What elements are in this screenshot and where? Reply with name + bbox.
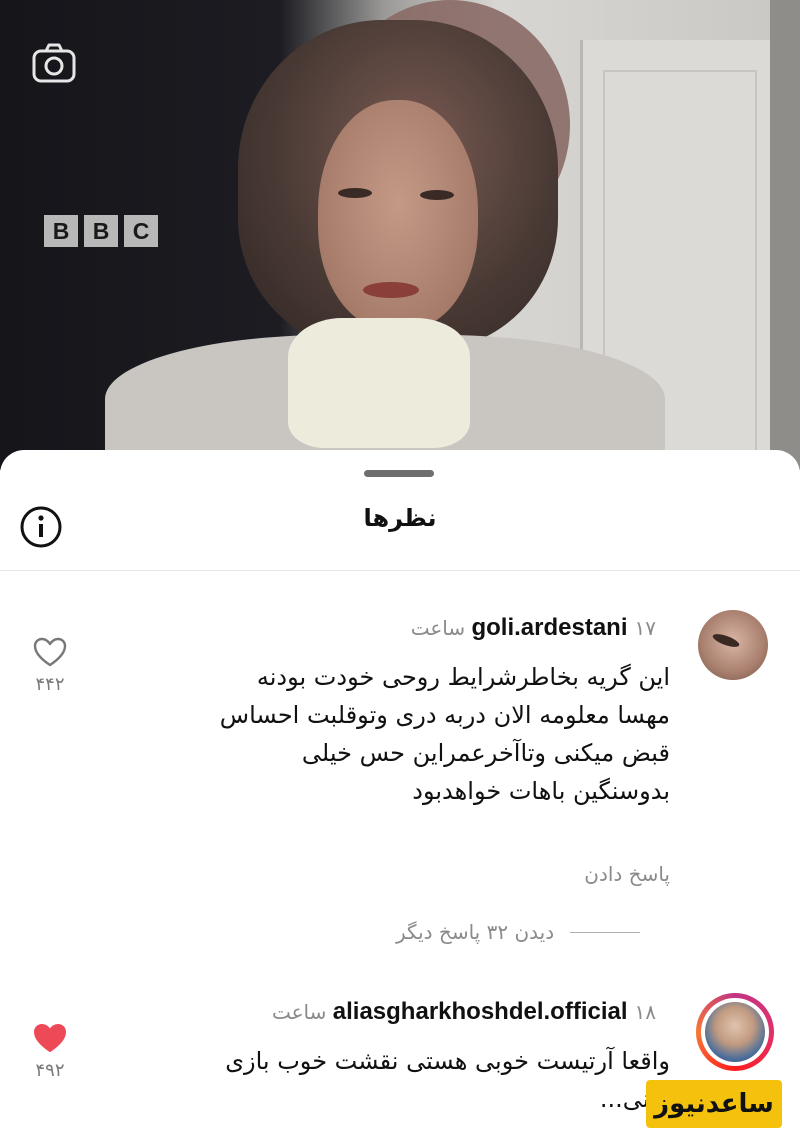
sheet-drag-handle[interactable] <box>364 470 434 477</box>
sheet-title: نظرها <box>363 504 437 532</box>
person-eye-right <box>420 190 454 200</box>
comment-line: مهسا معلومه الان دربه دری وتوقلبت احساس <box>219 701 670 729</box>
comment-line: بکنی... <box>599 1085 670 1113</box>
background-frame <box>770 0 800 470</box>
comment-username[interactable]: goli.ardestani <box>471 614 627 641</box>
heart-filled-icon[interactable] <box>32 1022 68 1054</box>
bbc-letter: C <box>124 215 158 247</box>
view-more-label[interactable]: دیدن ۳۲ پاسخ دیگر <box>396 920 554 944</box>
avatar[interactable] <box>701 998 769 1066</box>
header-divider <box>0 570 800 571</box>
like-count: ۴۹۲ <box>35 1060 65 1081</box>
comment-username[interactable]: aliasgharkhoshdel.official <box>333 998 628 1025</box>
comment-line: بدوسنگین باهات خواهدبود <box>412 777 670 805</box>
video-preview[interactable]: B B C <box>0 0 800 470</box>
like-count: ۴۴۲ <box>35 674 65 695</box>
site-watermark: ساعدنیوز <box>646 1080 782 1128</box>
bbc-letter: B <box>84 215 118 247</box>
comment-meta: goli.ardestani ۱۷ ساعت <box>411 614 670 642</box>
avatar-image <box>705 1002 765 1062</box>
view-more-replies[interactable]: دیدن ۳۲ پاسخ دیگر <box>396 920 641 944</box>
like-button[interactable]: ۴۴۲ <box>30 636 70 695</box>
comment-text: واقعا آرتیست خوبی هستی نقشت خوب بازی بکن… <box>70 1042 670 1118</box>
like-button[interactable]: ۴۹۲ <box>30 1022 70 1081</box>
person-mouth <box>363 282 419 298</box>
reply-button[interactable]: پاسخ دادن <box>584 862 670 886</box>
camera-icon[interactable] <box>30 40 78 88</box>
heart-outline-icon[interactable] <box>32 636 68 668</box>
comment-text: این گریه بخاطرشرایط روحی خودت بودنه مهسا… <box>70 658 670 810</box>
bbc-logo: B B C <box>44 215 158 247</box>
person-eye-left <box>338 188 372 198</box>
avatar[interactable] <box>698 610 768 680</box>
person-neck <box>288 318 470 448</box>
comment-line: این گریه بخاطرشرایط روحی خودت بودنه <box>256 663 670 691</box>
comment-line: واقعا آرتیست خوبی هستی نقشت خوب بازی <box>225 1047 670 1075</box>
comments-sheet: نظرها goli.ardestani ۱۷ ساعت این گریه بخ… <box>0 450 800 1146</box>
comment-meta: aliasgharkhoshdel.official ۱۸ ساعت <box>272 998 670 1026</box>
comment-line: قبض میکنی وتاآخرعمراین حس خیلی <box>301 739 670 767</box>
view-more-line <box>570 931 641 933</box>
bbc-letter: B <box>44 215 78 247</box>
